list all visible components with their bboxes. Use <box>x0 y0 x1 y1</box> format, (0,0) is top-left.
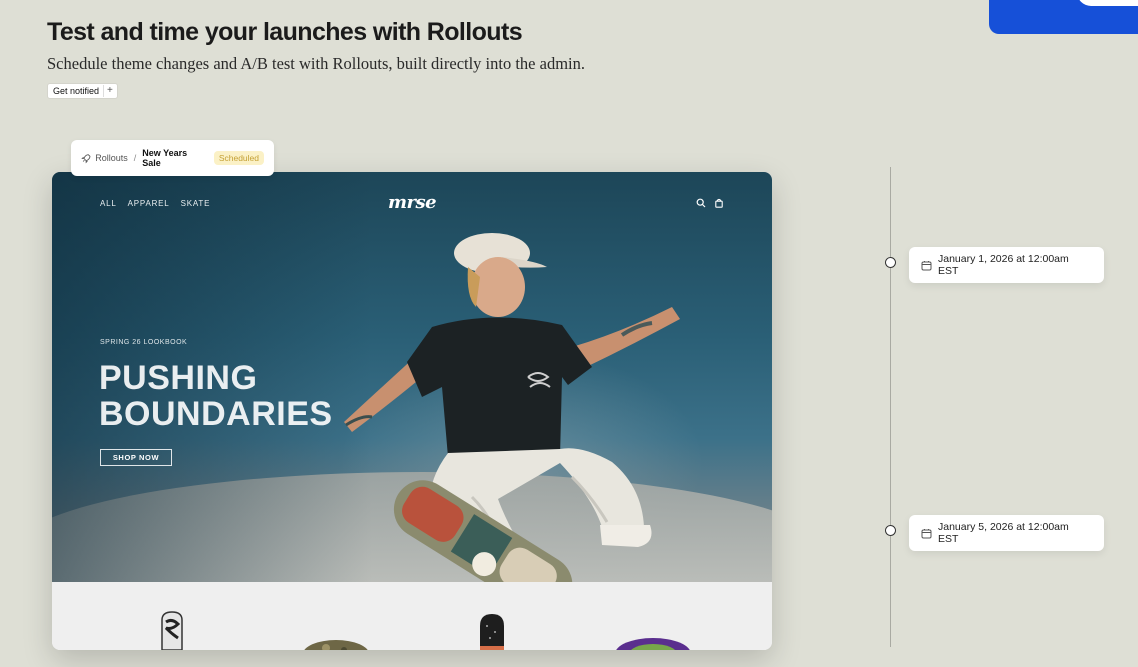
get-notified-button[interactable]: Get notified + <box>47 83 118 99</box>
timeline-track <box>890 167 891 647</box>
schedule-date-label: January 1, 2026 at 12:00am EST <box>938 253 1069 277</box>
hero-banner: ALL APPAREL SKATE mrse SPRING 26 LOOKBOO… <box>52 172 772 582</box>
nav-link-apparel[interactable]: APPAREL <box>128 199 170 208</box>
search-icon[interactable] <box>696 198 706 208</box>
shop-now-button[interactable]: SHOP NOW <box>100 449 172 466</box>
plus-icon: + <box>103 85 113 97</box>
timeline-node[interactable] <box>885 257 896 268</box>
product-image[interactable] <box>614 628 692 650</box>
calendar-icon <box>921 260 932 270</box>
product-image[interactable] <box>302 630 370 650</box>
hero-eyebrow: SPRING 26 LOOKBOOK <box>100 339 188 346</box>
hero-title: PUSHING BOUNDARIES <box>99 360 419 432</box>
storefront-preview: ALL APPAREL SKATE mrse SPRING 26 LOOKBOO… <box>52 172 772 650</box>
status-badge: Scheduled <box>213 151 264 165</box>
product-image[interactable] <box>152 610 192 650</box>
product-strip <box>52 582 772 650</box>
timeline-node[interactable] <box>885 525 896 536</box>
get-notified-label: Get notified <box>53 86 100 96</box>
product-image[interactable] <box>477 612 507 650</box>
schedule-date-card[interactable]: January 1, 2026 at 12:00am EST <box>909 247 1104 283</box>
shopping-bag-icon[interactable] <box>714 198 724 208</box>
store-logo[interactable]: mrse <box>387 192 437 213</box>
breadcrumb-root[interactable]: Rollouts <box>95 153 128 163</box>
breadcrumb-current: New Years Sale <box>142 148 188 168</box>
hero-title-line1: PUSHING <box>99 359 258 397</box>
calendar-icon <box>921 528 932 538</box>
nav-link-all[interactable]: ALL <box>100 199 117 208</box>
schedule-date-card[interactable]: January 5, 2026 at 12:00am EST <box>909 515 1104 551</box>
page-title: Test and time your launches with Rollout… <box>47 18 523 46</box>
rocket-icon <box>81 153 91 163</box>
breadcrumb-separator: / <box>133 153 137 163</box>
page-subtitle: Schedule theme changes and A/B test with… <box>47 54 585 73</box>
corner-pill[interactable] <box>1077 0 1138 6</box>
hero-title-line2: BOUNDARIES <box>99 395 333 433</box>
nav-link-skate[interactable]: SKATE <box>181 199 211 208</box>
schedule-date-label: January 5, 2026 at 12:00am EST <box>938 521 1069 545</box>
rollout-breadcrumb: Rollouts / New Years Sale Scheduled <box>71 140 274 176</box>
